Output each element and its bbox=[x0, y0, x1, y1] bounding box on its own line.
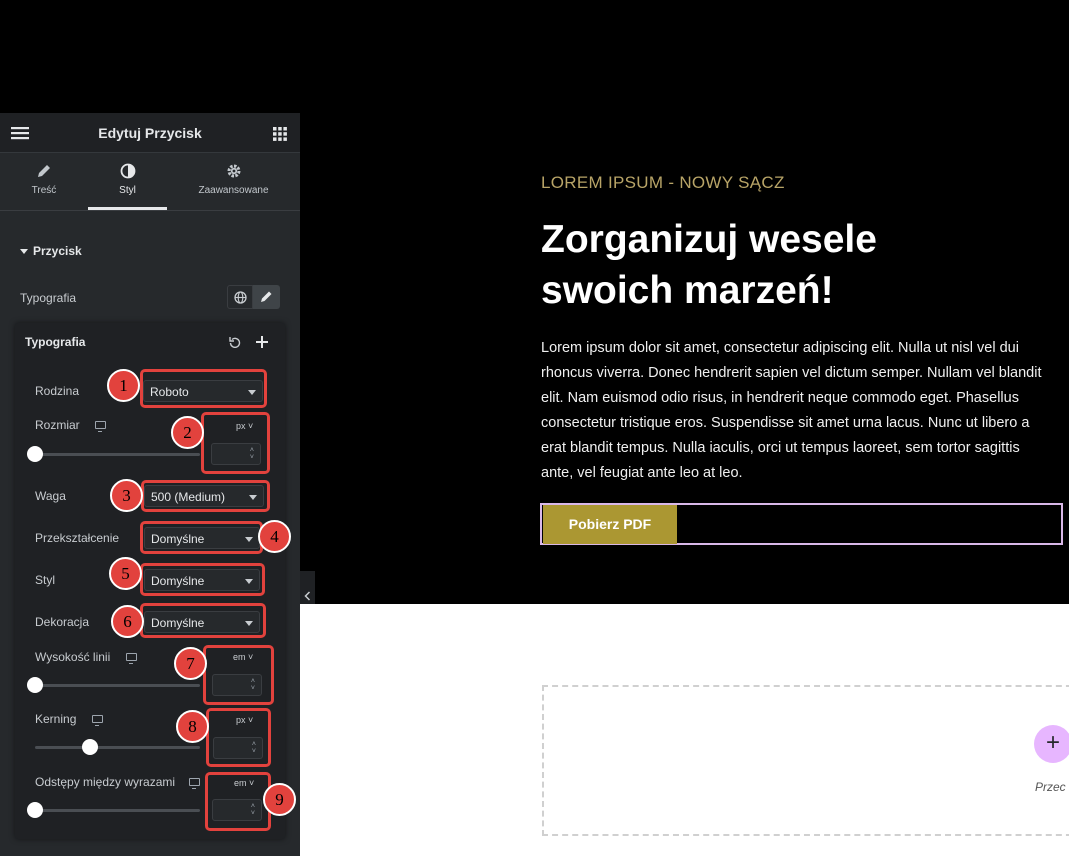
line-height-label: Wysokość linii bbox=[35, 650, 111, 664]
word-spacing-slider-handle[interactable] bbox=[27, 802, 43, 818]
word-spacing-slider-track[interactable] bbox=[35, 809, 200, 812]
decoration-label: Dekoracja bbox=[35, 615, 90, 629]
active-tab-indicator bbox=[88, 207, 167, 210]
annotation-badge: 2 bbox=[171, 416, 204, 449]
contrast-icon bbox=[120, 163, 135, 179]
typography-label: Typografia bbox=[20, 291, 77, 305]
globe-icon bbox=[234, 291, 247, 304]
tab-label: Zaawansowane bbox=[198, 185, 269, 196]
size-slider-track[interactable] bbox=[35, 453, 200, 456]
panel-title: Edytuj Przycisk bbox=[98, 125, 202, 141]
pobierz-pdf-button[interactable]: Pobierz PDF bbox=[543, 505, 677, 544]
popover-title: Typografia bbox=[25, 335, 86, 349]
caret-down-icon bbox=[20, 249, 28, 255]
tab-label: Styl bbox=[119, 185, 136, 196]
chevron-left-icon bbox=[304, 591, 311, 601]
annotation-badge: 4 bbox=[258, 520, 291, 553]
empty-section: + Przec bbox=[300, 604, 1069, 856]
highlight-box bbox=[140, 603, 266, 638]
annotation-badge: 8 bbox=[176, 710, 209, 743]
section-przycisk[interactable]: Przycisk bbox=[20, 244, 82, 258]
desktop-icon[interactable] bbox=[92, 715, 103, 726]
kerning-label: Kerning bbox=[35, 712, 77, 726]
annotation-badge: 6 bbox=[111, 605, 144, 638]
highlight-box bbox=[206, 708, 271, 767]
global-typography-button[interactable] bbox=[227, 285, 253, 309]
word-spacing-label: Odstępy między wyrazami bbox=[35, 775, 176, 789]
pencil-icon bbox=[261, 291, 272, 302]
add-section-button[interactable]: + bbox=[1034, 725, 1069, 763]
hero-heading: Zorganizuj wesele swoich marzeń! bbox=[541, 214, 877, 316]
kerning-slider-track[interactable] bbox=[35, 746, 200, 749]
panel-header: Edytuj Przycisk bbox=[0, 113, 300, 153]
hero-heading-line: Zorganizuj wesele bbox=[541, 218, 877, 261]
weight-label: Waga bbox=[35, 489, 66, 503]
desktop-icon[interactable] bbox=[189, 778, 200, 789]
style-label: Styl bbox=[35, 573, 56, 587]
annotation-badge: 1 bbox=[107, 369, 140, 402]
family-label: Rodzina bbox=[35, 384, 80, 398]
size-label: Rozmiar bbox=[35, 418, 80, 432]
tab-content[interactable]: Treść bbox=[0, 153, 88, 211]
highlight-box bbox=[205, 772, 271, 831]
tab-style[interactable]: Styl bbox=[88, 153, 167, 211]
plus-icon[interactable] bbox=[256, 336, 268, 348]
reset-icon[interactable] bbox=[229, 336, 241, 348]
hero-body: Lorem ipsum dolor sit amet, consectetur … bbox=[541, 340, 1042, 481]
highlight-box bbox=[140, 563, 265, 596]
highlight-box bbox=[140, 521, 263, 554]
highlight-box bbox=[201, 412, 270, 474]
annotation-badge: 3 bbox=[110, 479, 143, 512]
tabs-divider bbox=[0, 210, 300, 211]
drop-zone[interactable] bbox=[542, 685, 1069, 836]
tab-label: Treść bbox=[31, 185, 57, 196]
annotation-badge: 7 bbox=[174, 647, 207, 680]
tab-advanced[interactable]: Zaawansowane bbox=[167, 153, 300, 211]
annotation-badge: 9 bbox=[263, 783, 296, 816]
size-slider-handle[interactable] bbox=[27, 446, 43, 462]
highlight-box bbox=[203, 645, 274, 705]
line-height-slider-track[interactable] bbox=[35, 684, 200, 687]
edit-typography-button[interactable] bbox=[253, 285, 280, 309]
line-height-slider-handle[interactable] bbox=[27, 677, 43, 693]
annotation-badge: 5 bbox=[109, 557, 142, 590]
drop-zone-label: Przec bbox=[1035, 780, 1066, 794]
hero-heading-line: swoich marzeń! bbox=[541, 269, 834, 312]
apps-grid-icon[interactable] bbox=[273, 127, 287, 141]
desktop-icon[interactable] bbox=[126, 653, 137, 664]
pencil-icon bbox=[38, 165, 50, 177]
gear-icon bbox=[227, 164, 240, 178]
desktop-icon[interactable] bbox=[95, 421, 106, 432]
section-title: Przycisk bbox=[33, 244, 82, 258]
hero-eyebrow: LOREM IPSUM - NOWY SĄCZ bbox=[541, 173, 785, 192]
highlight-box bbox=[140, 369, 267, 408]
highlight-box bbox=[141, 480, 270, 512]
transform-label: Przekształcenie bbox=[35, 531, 120, 545]
kerning-slider-handle[interactable] bbox=[82, 739, 98, 755]
